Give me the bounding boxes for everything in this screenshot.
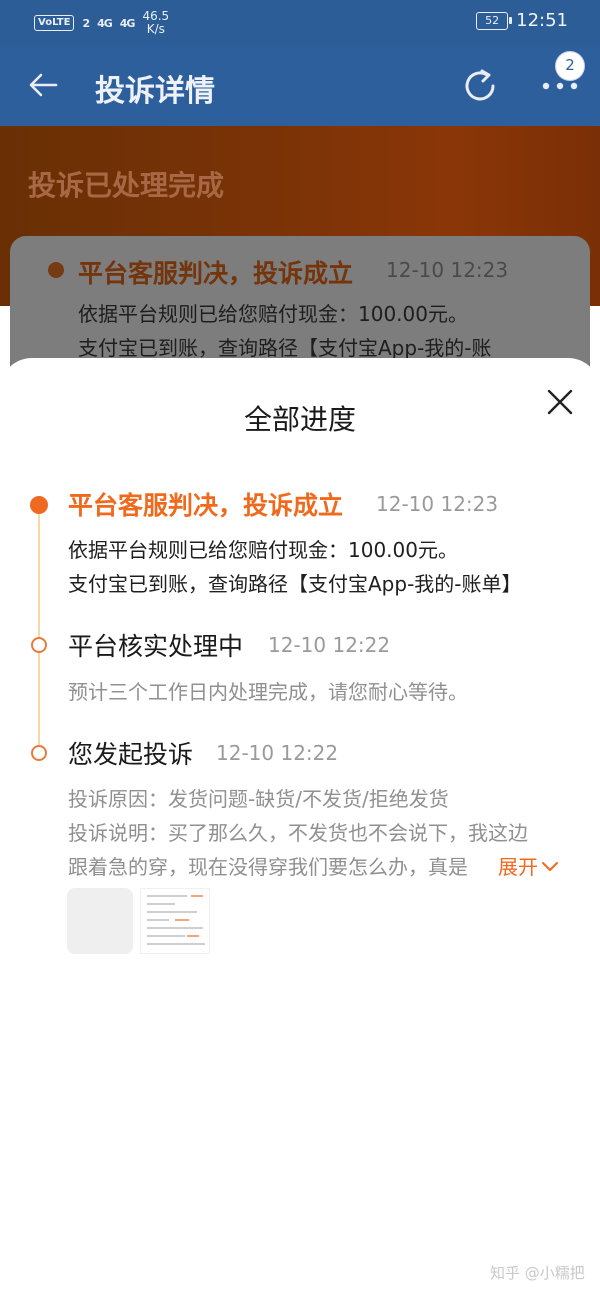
network-speed: 46.5 K/s <box>142 10 169 36</box>
timeline-line <box>38 504 40 748</box>
step-desc: 跟着急的穿，现在没得穿我们要怎么办，真是 <box>68 855 468 879</box>
battery-icon: 52 <box>476 11 513 30</box>
latest-step-desc-1: 依据平台规则已给您赔付现金：100.00元。 <box>78 302 468 326</box>
sheet-title: 全部进度 <box>243 403 356 436</box>
latest-step-time: 12-10 12:23 <box>386 258 509 282</box>
step-desc: 投诉说明：买了那么久，不发货也不会说下，我这边 <box>68 821 528 845</box>
sim-indicator: 2 <box>82 16 90 30</box>
clock: 12:51 <box>516 10 568 31</box>
signal-indicator-1: 4G <box>97 16 113 30</box>
step-dot-active <box>30 496 48 514</box>
step-desc: 投诉原因：发货问题-缺货/不发货/拒绝发货 <box>68 787 449 811</box>
expand-button[interactable]: 展开 <box>496 851 560 880</box>
refresh-icon[interactable] <box>460 66 500 106</box>
back-arrow-icon[interactable] <box>26 68 66 104</box>
step-time: 12-10 12:22 <box>268 633 391 657</box>
status-title: 投诉已处理完成 <box>28 169 225 202</box>
status-left: VoLTE 2 4G 4G 46.5 K/s <box>34 10 169 36</box>
step-time: 12-10 12:22 <box>216 741 339 765</box>
step-dot <box>31 745 47 761</box>
watermark: 知乎 @小糯把 <box>490 1264 585 1282</box>
step-dot <box>31 637 47 653</box>
latest-step-desc-2: 支付宝已到账，查询路径【支付宝App-我的-账 <box>78 336 492 360</box>
progress-sheet: 全部进度 平台客服判决，投诉成立 12-10 12:23 依据平台规则已给您赔付… <box>0 358 600 1300</box>
attachment-screenshot-thumbnail[interactable] <box>140 888 210 954</box>
step-title: 您发起投诉 <box>68 740 194 769</box>
step-time: 12-10 12:23 <box>376 492 499 516</box>
chevron-down-icon <box>542 861 558 871</box>
progress-dot <box>48 262 64 278</box>
nav-bar: 投诉详情 <box>0 46 600 126</box>
volte-indicator: VoLTE <box>34 15 75 31</box>
speed-unit: K/s <box>146 22 165 36</box>
signal-indicator-2: 4G <box>119 16 136 30</box>
status-right: 52 12:51 <box>476 10 568 31</box>
status-bar: VoLTE 2 4G 4G 46.5 K/s 52 12:51 <box>0 0 600 46</box>
step-desc: 支付宝已到账，查询路径【支付宝App-我的-账单】 <box>68 572 522 596</box>
step-desc: 依据平台规则已给您赔付现金：100.00元。 <box>68 538 458 562</box>
page-title: 投诉详情 <box>95 74 215 109</box>
latest-step-title: 平台客服判决，投诉成立 <box>78 259 354 288</box>
step-title: 平台客服判决，投诉成立 <box>68 491 344 520</box>
step-desc: 预计三个工作日内处理完成，请您耐心等待。 <box>68 680 468 704</box>
step-title: 平台核实处理中 <box>68 632 244 661</box>
notification-badge: 2 <box>556 52 584 80</box>
attachment-thumbnail[interactable] <box>67 888 133 954</box>
expand-label: 展开 <box>498 855 538 879</box>
close-x-icon[interactable] <box>538 380 582 424</box>
